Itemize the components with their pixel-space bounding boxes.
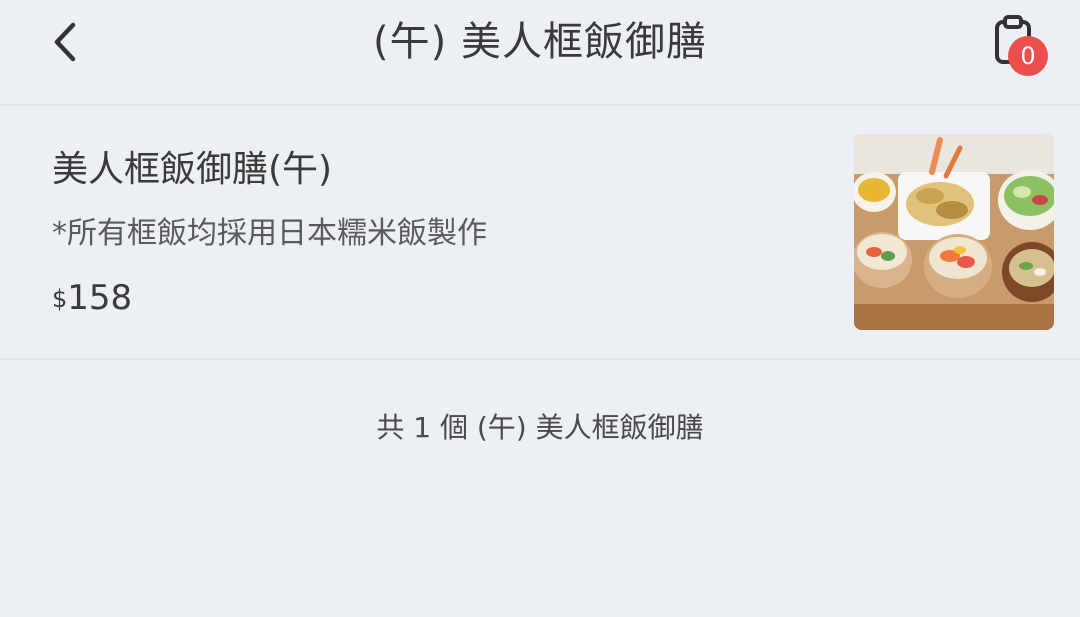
- price-value: 158: [67, 278, 133, 318]
- item-description: *所有框飯均採用日本糯米飯製作: [52, 216, 487, 251]
- cart-button[interactable]: 0: [988, 12, 1052, 76]
- cart-count-badge: 0: [1008, 36, 1048, 76]
- order-summary: 共 1 個 (午) 美人框飯御膳: [376, 411, 704, 444]
- price-currency: $: [52, 285, 68, 313]
- item-image: [854, 134, 1054, 330]
- header-bar: (午) 美人框飯御膳 0: [0, 0, 1080, 106]
- item-name: 美人框飯御膳(午): [52, 149, 333, 190]
- item-price: $158: [52, 274, 132, 328]
- page-title: (午) 美人框飯御膳: [373, 19, 707, 65]
- menu-item-card[interactable]: 美人框飯御膳(午) *所有框飯均採用日本糯米飯製作 $158: [0, 106, 1080, 360]
